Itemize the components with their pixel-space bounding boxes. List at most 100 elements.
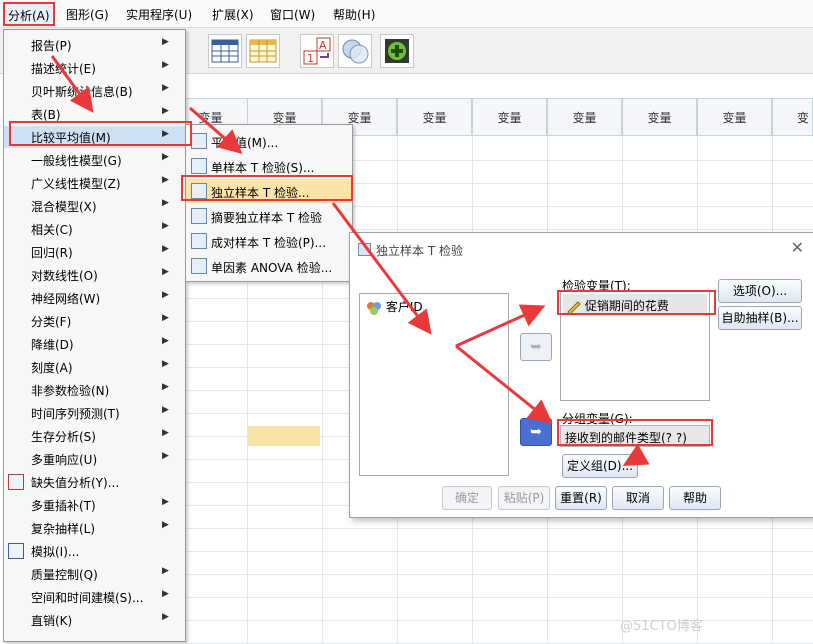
paired-t-icon [191,233,207,249]
submenu-arrow-icon: ▶ [162,290,169,300]
menu-item[interactable]: 模拟(I)... [4,540,185,562]
submenu-item[interactable]: 平均值(M)... [186,129,352,153]
submenu-item-label: 摘要独立样本 T 检验 [211,211,322,225]
menu-item-label: 对数线性(O) [31,269,98,283]
dialog-title: 独立样本 T 检验 [376,244,463,258]
menu-item[interactable]: 缺失值分析(Y)... [4,471,185,493]
close-icon[interactable]: ✕ [791,238,804,257]
options-button[interactable]: 选项(O)... [718,279,802,303]
menu-item[interactable]: 相关(C) ▶ [4,218,185,240]
submenu-arrow-icon: ▶ [162,497,169,507]
grid-row-line [185,574,813,575]
menu-item[interactable]: 非参数检验(N) ▶ [4,379,185,401]
cancel-button[interactable]: 取消 [612,486,664,510]
menu-item-label: 时间序列预测(T) [31,407,120,421]
reset-button[interactable]: 重置(R) [555,486,607,510]
submenu-arrow-icon: ▶ [162,60,169,70]
submenu-item[interactable]: 单因素 ANOVA 检验... [186,254,352,278]
annotation-box [9,121,192,146]
menu-item[interactable]: 分类(F) ▶ [4,310,185,332]
menu-item[interactable]: 复杂抽样(L) ▶ [4,517,185,539]
help-button[interactable]: 帮助 [669,486,721,510]
missing-value-icon [8,474,24,490]
menu-graphs[interactable]: 图形(G) [66,6,109,23]
menu-item[interactable]: 降维(D) ▶ [4,333,185,355]
menu-item-label: 刻度(A) [31,361,73,375]
menu-item-label: 描述统计(E) [31,62,96,76]
menu-item[interactable]: 对数线性(O) ▶ [4,264,185,286]
list-item[interactable]: 客户ID [366,298,423,316]
split-table-icon[interactable] [246,34,280,68]
source-variable-list[interactable]: 客户ID [359,293,509,476]
menu-item-label: 混合模型(X) [31,200,97,214]
independent-t-test-dialog: 独立样本 T 检验 ✕ 客户ID ➥ ➥ 检验变量(T): 促销期间的花费 分组… [349,232,813,518]
menu-item[interactable]: 质量控制(Q) ▶ [4,563,185,585]
menu-item-label: 回归(R) [31,246,73,260]
submenu-arrow-icon: ▶ [162,382,169,392]
submenu-arrow-icon: ▶ [162,221,169,231]
variable-name: 客户ID [385,300,423,314]
menu-item[interactable]: 神经网络(W) ▶ [4,287,185,309]
move-test-variable-button[interactable]: ➥ [520,333,552,361]
use-sets-icon[interactable] [338,34,372,68]
dialog-titlebar[interactable]: 独立样本 T 检验 ✕ [350,233,813,265]
menu-item[interactable]: 多重插补(T) ▶ [4,494,185,516]
menu-item[interactable]: 直销(K) ▶ [4,609,185,631]
menu-item[interactable]: 回归(R) ▶ [4,241,185,263]
one-sample-t-icon [191,158,207,174]
menu-item[interactable]: 广义线性模型(Z) ▶ [4,172,185,194]
column-header[interactable]: 变 [772,98,813,136]
menu-item-label: 报告(P) [31,39,72,53]
column-header[interactable]: 变量 [472,98,547,136]
menu-analyze[interactable]: 分析(A) [3,2,55,26]
column-header[interactable]: 变量 [397,98,472,136]
menu-item[interactable]: 时间序列预测(T) ▶ [4,402,185,424]
annotation-box [557,419,713,446]
paste-button[interactable]: 粘贴(P) [498,486,550,510]
bootstrap-button[interactable]: 自助抽样(B)... [718,306,802,330]
value-labels-icon[interactable]: A1 [300,34,334,68]
menu-utilities[interactable]: 实用程序(U) [126,6,192,23]
submenu-item[interactable]: 成对样本 T 检验(P)... [186,229,352,253]
submenu-item-label: 成对样本 T 检验(P)... [211,236,327,250]
ok-button[interactable]: 确定 [442,486,492,510]
menu-item[interactable]: 混合模型(X) ▶ [4,195,185,217]
menu-item[interactable]: 刻度(A) ▶ [4,356,185,378]
menu-item-label: 生存分析(S) [31,430,96,444]
add-icon[interactable] [380,34,414,68]
submenu-arrow-icon: ▶ [162,451,169,461]
annotation-box [557,290,716,315]
menu-item[interactable]: 一般线性模型(G) ▶ [4,149,185,171]
menu-item[interactable]: 描述统计(E) ▶ [4,57,185,79]
submenu-item-label: 单因素 ANOVA 检验... [211,261,333,275]
menu-item-label: 空间和时间建模(S)... [31,591,144,605]
menu-item-label: 多重插补(T) [31,499,96,513]
menu-item-label: 降维(D) [31,338,74,352]
column-header[interactable]: 变量 [697,98,772,136]
menu-extensions[interactable]: 扩展(X) [212,6,254,23]
svg-text:A: A [319,39,327,52]
menu-item-label: 模拟(I)... [31,545,80,559]
table-icon[interactable] [208,34,242,68]
compare-means-submenu: 平均值(M)... 单样本 T 检验(S)... 独立样本 T 检验... 摘要独立样… [185,124,353,282]
column-header[interactable]: 变量 [547,98,622,136]
menu-item[interactable]: 空间和时间建模(S)... ▶ [4,586,185,608]
move-grouping-variable-button[interactable]: ➥ [520,418,552,446]
menu-item[interactable]: 报告(P) ▶ [4,34,185,56]
submenu-arrow-icon: ▶ [162,175,169,185]
submenu-arrow-icon: ▶ [162,428,169,438]
menu-item-label: 相关(C) [31,223,73,237]
define-groups-button[interactable]: 定义组(D)... [562,454,638,478]
annotation-box [181,175,353,201]
submenu-arrow-icon: ▶ [162,336,169,346]
menu-item[interactable]: 多重响应(U) ▶ [4,448,185,470]
watermark: @51CTO博客 [620,619,703,634]
menu-help[interactable]: 帮助(H) [333,6,375,23]
selected-cell[interactable] [248,426,320,446]
menu-item[interactable]: 贝叶斯统计信息(B) ▶ [4,80,185,102]
menu-window[interactable]: 窗口(W) [270,6,315,23]
submenu-item[interactable]: 摘要独立样本 T 检验 [186,204,352,228]
menu-item-label: 分类(F) [31,315,72,329]
column-header[interactable]: 变量 [622,98,697,136]
menu-item[interactable]: 生存分析(S) ▶ [4,425,185,447]
